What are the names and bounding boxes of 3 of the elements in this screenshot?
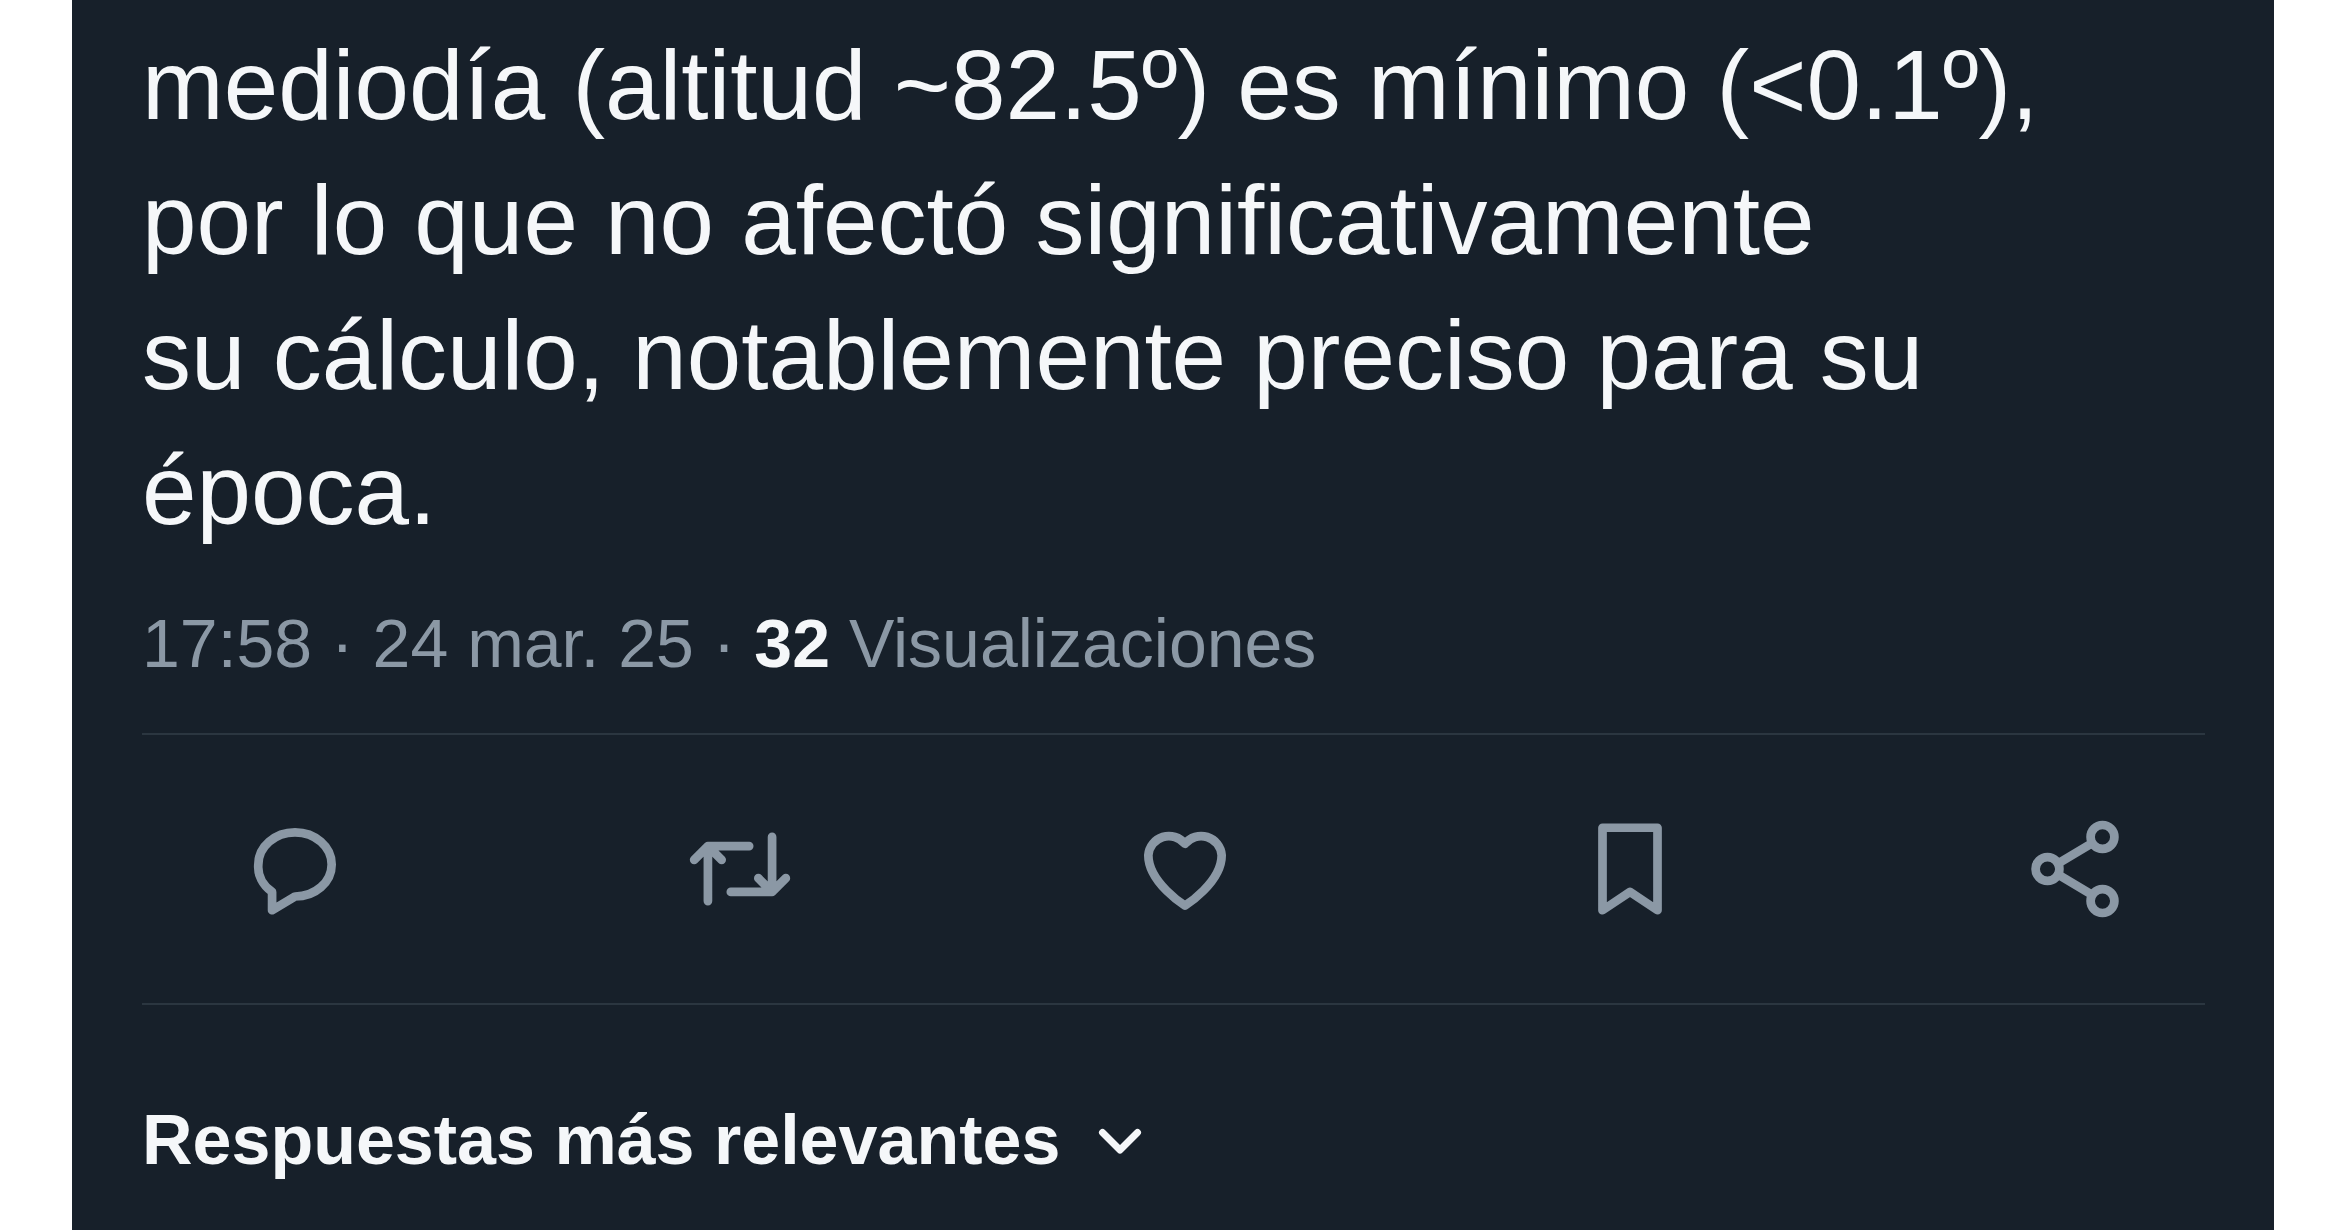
tweet-meta: 17:58 · 24 mar. 25 · 32 Visualizaciones bbox=[142, 604, 1318, 683]
replies-sort-label[interactable]: Respuestas más relevantes bbox=[142, 1100, 1061, 1180]
tweet-text: mediodía (altitud ~82.5º) es mínimo (<0.1º), por lo que no afectó significativamente su cálculo, notablemente preciso para su época. bbox=[141, 29, 2040, 547]
